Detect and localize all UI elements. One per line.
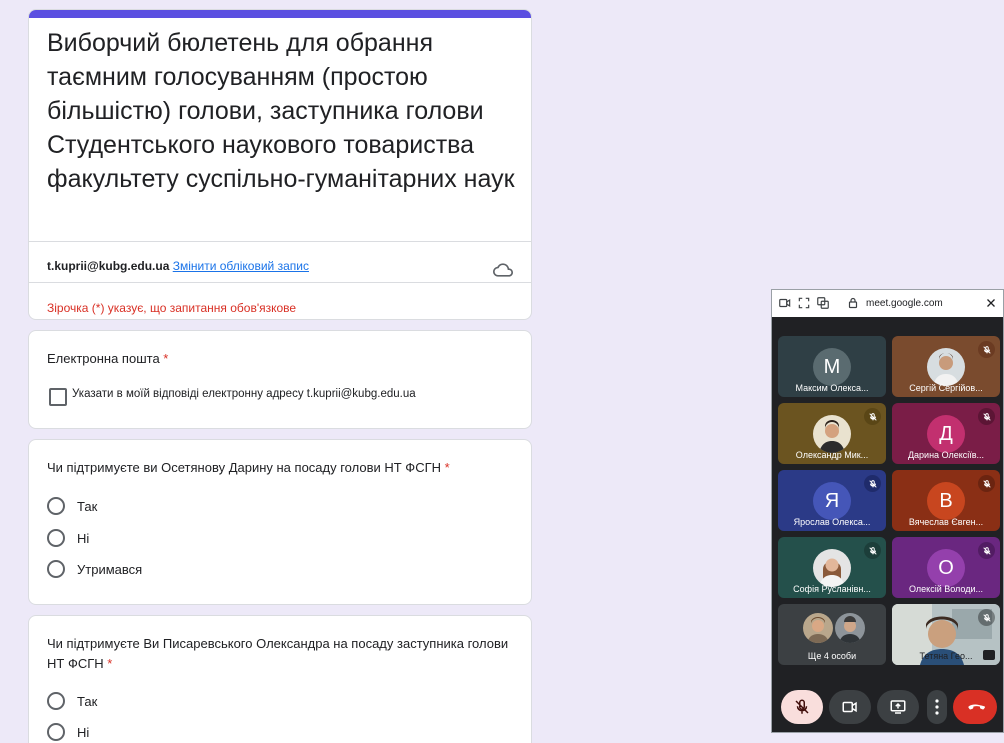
question-title-text: Чи підтримуєте ви Осетянову Дарину на по… [47,460,442,475]
participant-name: Тетяна Гео... [919,651,973,661]
mic-muted-icon [978,542,995,559]
option-label: Так [77,498,98,514]
fullscreen-icon[interactable] [797,296,811,310]
email-question-card: Електронна пошта * Указати в моїй відпов… [28,330,532,429]
record-email-checkbox[interactable] [49,388,67,406]
option-yes[interactable]: Так [47,496,97,516]
switch-account-link[interactable]: Змінити обліковий запис [173,259,309,273]
participant-tile[interactable]: Олександр Мик... [778,403,886,464]
participant-name: Олександр Мик... [795,450,869,460]
more-options-button[interactable] [927,690,947,724]
option-label: Ні [77,724,90,740]
option-no[interactable]: Ні [47,528,89,548]
hang-up-icon [968,704,985,710]
option-label: Утримався [77,561,143,577]
mic-muted-icon [864,408,881,425]
more-participants-label: Ще 4 особи [807,651,857,661]
camera-icon [842,701,857,713]
form-header-card: Виборчий бюлетень для обрання таємним го… [28,9,532,320]
participant-name: Олексій Володи... [909,584,983,594]
video-camera-icon[interactable] [778,296,792,310]
participant-name: Сергій Сергійов... [909,383,983,393]
participant-photo [927,348,965,386]
participant-photo [834,612,866,644]
participant-photo [813,549,851,587]
option-abstain[interactable]: Утримався [47,559,142,579]
option-no[interactable]: Ні [47,722,89,742]
end-call-button[interactable] [953,690,997,724]
radio-button[interactable] [47,560,65,578]
participant-name: Софія Русланівн... [793,584,871,594]
mic-muted-icon [978,609,995,626]
present-screen-button[interactable] [877,690,919,724]
option-label: Ні [77,530,90,546]
participant-tile[interactable]: Сергій Сергійов... [892,336,1000,397]
camera-toggle-button[interactable] [829,690,871,724]
account-email: t.kuprii@kubg.edu.ua [47,259,170,273]
participant-tile[interactable]: О Олексій Володи... [892,537,1000,598]
question-title: Чи підтримуєте Ви Писаревського Олександ… [47,634,517,674]
cloud-saved-icon [493,263,513,277]
question-title-text: Чи підтримуєте Ви Писаревського Олександ… [47,636,509,671]
more-vert-icon [935,699,939,715]
participant-tile[interactable]: В Вячеслав Євген... [892,470,1000,531]
required-asterisk: * [444,460,450,475]
required-asterisk: * [107,656,113,671]
participant-name: Ярослав Олекса... [793,517,871,527]
participant-name: Максим Олекса... [795,383,869,393]
participant-avatar: О [927,549,965,587]
account-row: t.kuprii@kubg.edu.ua Змінити обліковий з… [47,259,309,273]
question-title: Чи підтримуєте ви Осетянову Дарину на по… [47,458,450,478]
call-controls [772,690,1003,728]
meet-pip-window[interactable]: meet.google.com М Максим Олекса... Сергі… [771,289,1004,733]
participant-name: Дарина Олексіїв... [907,450,985,460]
more-participants-tile[interactable]: Ще 4 особи [778,604,886,665]
radio-button[interactable] [47,723,65,741]
meet-url: meet.google.com [866,298,943,309]
meet-titlebar: meet.google.com [772,290,1003,317]
radio-button[interactable] [47,497,65,515]
participant-photo [802,612,834,644]
participant-photo [813,415,851,453]
participant-avatar: М [813,348,851,386]
participant-tile[interactable]: Софія Русланівн... [778,537,886,598]
radio-button[interactable] [47,529,65,547]
radio-button[interactable] [47,692,65,710]
option-label: Так [77,693,98,709]
present-icon [890,700,906,714]
mic-toggle-button[interactable] [781,690,823,724]
question-1-card: Чи підтримуєте ви Осетянову Дарину на по… [28,439,532,605]
participant-avatar: Я [813,482,851,520]
option-yes[interactable]: Так [47,691,97,711]
page: Виборчий бюлетень для обрання таємним го… [0,0,1004,743]
back-to-tab-icon[interactable] [816,296,830,310]
record-email-label: Указати в моїй відповіді електронну адре… [72,388,416,400]
divider [29,241,531,242]
mic-muted-icon [864,542,881,559]
participant-tile[interactable]: Я Ярослав Олекса... [778,470,886,531]
mic-muted-icon [978,475,995,492]
mic-muted-icon [864,475,881,492]
participant-avatar: Д [927,415,965,453]
form-title: Виборчий бюлетень для обрання таємним го… [47,29,515,193]
participant-tile[interactable]: Д Дарина Олексіїв... [892,403,1000,464]
participant-avatar: В [927,482,965,520]
participant-tile[interactable]: Тетяна Гео... [892,604,1000,665]
required-note: Зірочка (*) указує, що запитання обов'яз… [47,301,297,315]
mic-muted-icon [978,341,995,358]
divider [29,282,531,283]
question-title-text: Електронна пошта [47,351,160,366]
form-accent-bar [29,10,531,18]
participant-name: Вячеслав Євген... [908,517,984,527]
question-2-card: Чи підтримуєте Ви Писаревського Олександ… [28,615,532,743]
participant-tile[interactable]: М Максим Олекса... [778,336,886,397]
question-title: Електронна пошта * [47,349,168,369]
mic-muted-icon [978,408,995,425]
lock-icon [848,297,858,309]
required-asterisk: * [163,351,169,366]
close-icon[interactable] [985,297,997,309]
mic-off-icon [795,699,809,714]
